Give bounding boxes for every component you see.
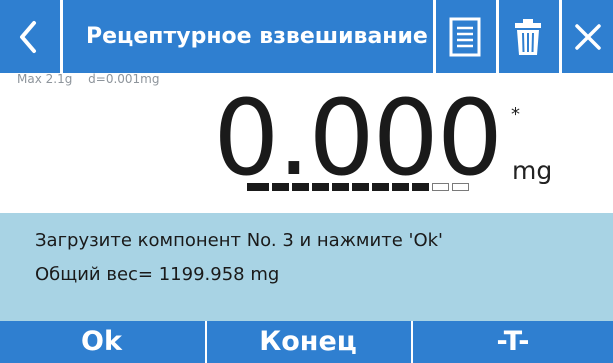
load-segment-empty — [432, 183, 449, 191]
load-segment-filled — [392, 183, 409, 191]
load-segment-filled — [372, 183, 389, 191]
load-segment-filled — [272, 183, 289, 191]
load-segment-empty — [452, 183, 469, 191]
balance-specs: Max 2.1g d=0.001mg — [17, 72, 172, 86]
close-icon — [574, 23, 601, 50]
load-indicator — [247, 183, 469, 191]
ok-button[interactable]: Ok — [0, 321, 203, 363]
stability-indicator: * — [511, 104, 520, 125]
close-button[interactable] — [562, 0, 613, 73]
tare-button[interactable]: -T- — [413, 321, 613, 363]
load-segment-filled — [247, 183, 269, 191]
bottom-bar: Ok Конец -T- — [0, 321, 613, 363]
end-button[interactable]: Конец — [207, 321, 409, 363]
report-icon — [449, 17, 481, 56]
readability: d=0.001mg — [88, 72, 160, 86]
max-capacity: Max 2.1g — [17, 72, 73, 86]
total-weight-text: Общий вес= 1199.958 mg — [35, 264, 280, 285]
load-segment-filled — [312, 183, 329, 191]
back-icon — [20, 20, 36, 53]
message-panel: Загрузите компонент No. 3 и нажмите 'Ok'… — [0, 213, 613, 321]
instruction-text: Загрузите компонент No. 3 и нажмите 'Ok' — [35, 230, 443, 251]
load-segment-filled — [352, 183, 369, 191]
load-segment-filled — [292, 183, 309, 191]
weight-unit: mg — [512, 156, 553, 185]
delete-button[interactable] — [499, 0, 557, 73]
report-button[interactable] — [436, 0, 494, 73]
top-bar: Рецептурное взвешивание — [0, 0, 613, 73]
load-segment-filled — [412, 183, 429, 191]
back-button[interactable] — [0, 0, 56, 73]
load-segment-filled — [332, 183, 349, 191]
page-title: Рецептурное взвешивание — [86, 24, 428, 49]
weight-reading: 0.000 — [213, 77, 503, 199]
divider — [60, 0, 63, 73]
trash-icon — [515, 18, 541, 55]
